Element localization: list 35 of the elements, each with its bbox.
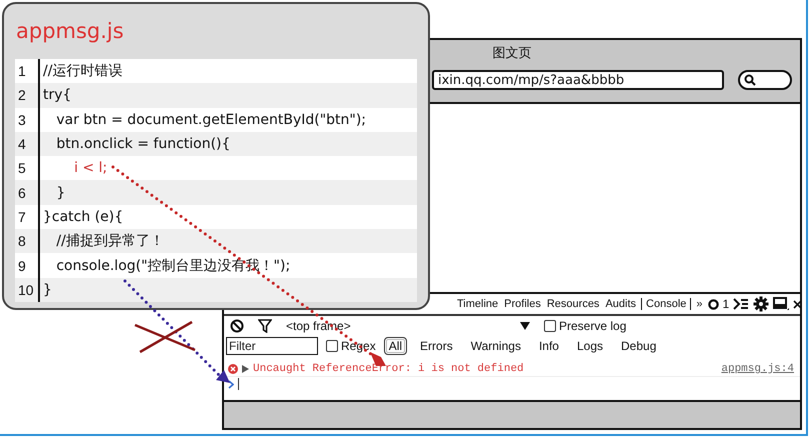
error-counter[interactable]: 1 [708,297,730,311]
code-line: //捕捉到异常了！ [55,232,164,250]
code-line: //运行时错误 [42,62,122,80]
devtools-tab[interactable]: Timeline [456,298,500,310]
code-line: i < l; [73,160,108,176]
level-filter[interactable]: Info [534,337,564,355]
code-line: } [55,184,66,201]
checkbox-label: Regex [341,339,376,353]
line-number: 6 [15,180,40,205]
frame-selector[interactable]: <top frame> [286,319,506,333]
level-filter[interactable]: Logs [572,337,608,355]
line-number: 2 [15,83,40,108]
devtools-tab[interactable]: Console [641,298,692,310]
devtools-tab[interactable]: Resources [546,298,600,310]
level-filter[interactable]: All [384,337,408,355]
address-field[interactable]: ixin.qq.com/mp/s?aaa&bbbb [432,70,724,90]
code-line: var btn = document.getElementById("btn"); [55,112,366,128]
code-line: }catch (e){ [42,208,124,225]
window-title: 图文页 [492,45,532,62]
code-line: btn.onclick = function(){ [55,136,230,152]
file-name: appmsg.js [16,19,125,45]
source-link[interactable]: appmsg.js:4 [721,363,794,375]
devtools-tab[interactable]: Profiles [503,298,542,310]
level-filter[interactable]: Warnings [466,337,526,355]
line-number: 4 [15,132,40,156]
level-filter[interactable]: Errors [415,337,458,355]
line-number: 10 [15,278,40,302]
checkbox-label: Preserve log [559,319,626,333]
code-line: } [42,282,52,298]
level-filter[interactable]: Debug [616,337,662,355]
filter-field[interactable]: Filter [226,337,318,355]
devtools-tab[interactable]: Audits [604,298,638,310]
code-line: try{ [42,87,72,104]
more-tabs-button[interactable]: » [695,298,704,310]
line-number: 8 [15,229,40,254]
